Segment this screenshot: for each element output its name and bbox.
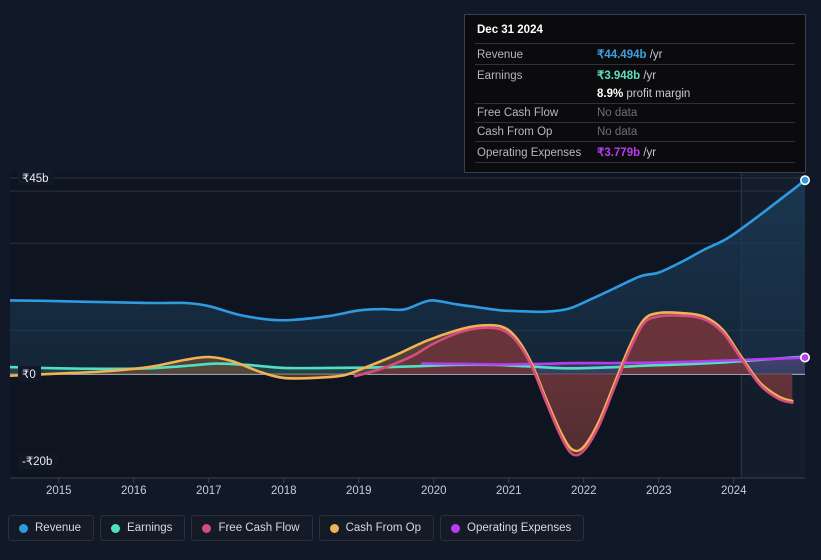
legend-dot-cash-from-op-icon xyxy=(329,523,339,533)
end-marker-revenue xyxy=(799,175,810,186)
tooltip-date: Dec 31 2024 xyxy=(477,24,543,36)
x-axis-label-2016: 2016 xyxy=(120,485,147,497)
legend-dot-operating-expenses-icon xyxy=(451,523,461,533)
tooltip-row-value: 8.9% profit margin xyxy=(597,88,691,100)
y-axis-label-max: ₹45b xyxy=(18,170,54,186)
legend-item-earnings[interactable]: Earnings xyxy=(100,515,186,541)
end-marker-operating-expenses xyxy=(799,352,810,363)
tooltip-row-label: Free Cash Flow xyxy=(477,107,559,119)
tooltip-row-operating-expenses: Operating Expenses ₹3.779b /yr xyxy=(475,141,795,162)
legend-label: Revenue xyxy=(35,522,82,534)
legend-item-revenue[interactable]: Revenue xyxy=(8,515,95,541)
tooltip-row-cash-from-op: Cash From Op No data xyxy=(475,122,795,141)
tooltip-row-value: ₹3.779b /yr xyxy=(597,147,657,159)
legend-label: Free Cash Flow xyxy=(218,522,300,534)
tooltip-row-earnings: Earnings ₹3.948b /yr xyxy=(475,64,795,85)
x-axis-label-2019: 2019 xyxy=(345,485,372,497)
legend-item-cash-from-op[interactable]: Cash From Op xyxy=(318,515,435,541)
y-axis-label-zero: ₹0 xyxy=(18,366,41,382)
tooltip-bottom-rule xyxy=(475,162,795,166)
x-axis-label-2024: 2024 xyxy=(720,485,747,497)
legend-label: Operating Expenses xyxy=(467,522,572,534)
tooltip-row-label: Operating Expenses xyxy=(477,147,582,159)
financial-chart-screenshot: ₹45b ₹0 -₹20b 2015 2016 2017 2018 2019 2020 20… xyxy=(0,0,821,560)
x-axis-label-2022: 2022 xyxy=(570,485,597,497)
legend-dot-free-cash-flow-icon xyxy=(202,523,212,533)
tooltip-row-value: No data xyxy=(597,107,638,119)
x-axis-label-2021: 2021 xyxy=(495,485,522,497)
x-axis-label-2020: 2020 xyxy=(420,485,447,497)
x-axis-label-2023: 2023 xyxy=(645,485,672,497)
legend-dot-revenue-icon xyxy=(19,523,28,533)
x-axis-label-2017: 2017 xyxy=(195,485,222,497)
tooltip-row-value: No data xyxy=(597,126,638,138)
tooltip-rows: Revenue ₹44.494b /yr Earnings ₹3.948b /yr 8.… xyxy=(475,43,795,162)
tooltip-row-label: Revenue xyxy=(477,49,524,61)
x-axis-label-2015: 2015 xyxy=(45,485,72,497)
legend-dot-earnings-icon xyxy=(111,523,121,533)
tooltip-row-value: ₹44.494b /yr xyxy=(597,49,663,61)
legend-item-free-cash-flow[interactable]: Free Cash Flow xyxy=(191,515,313,541)
tooltip-row-value: ₹3.948b /yr xyxy=(597,70,657,82)
x-axis-label-2018: 2018 xyxy=(270,485,297,497)
legend-label: Earnings xyxy=(127,522,173,534)
chart-legend[interactable]: Revenue Earnings Free Cash Flow Cash From O… xyxy=(8,515,585,541)
tooltip-row-label: Cash From Op xyxy=(477,126,553,138)
tooltip-row-label: Earnings xyxy=(477,70,523,82)
tooltip-row-revenue: Revenue ₹44.494b /yr xyxy=(475,43,795,64)
y-axis-label-min: -₹20b xyxy=(18,453,58,470)
tooltip-row-profit-margin: 8.9% profit margin xyxy=(475,85,795,103)
data-tooltip: Dec 31 2024 Revenue ₹44.494b /yr Earnings ₹… xyxy=(464,14,806,173)
legend-label: Cash From Op xyxy=(345,522,422,534)
tooltip-row-free-cash-flow: Free Cash Flow No data xyxy=(475,103,795,122)
legend-item-operating-expenses[interactable]: Operating Expenses xyxy=(440,515,585,541)
